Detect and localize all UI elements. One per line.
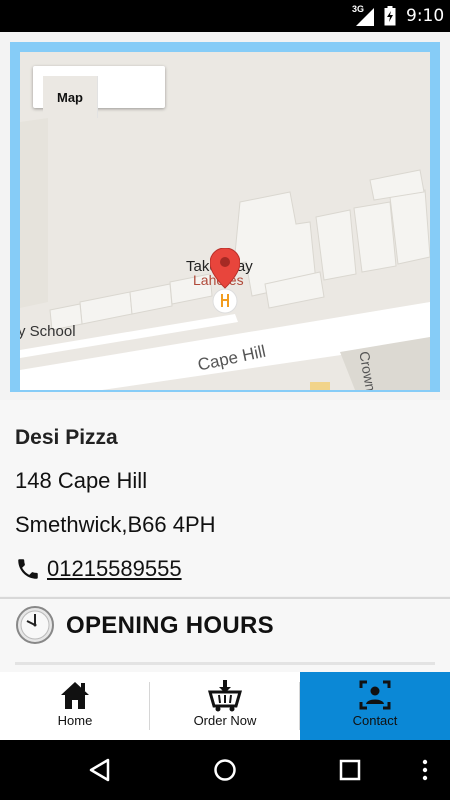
home-nav-icon[interactable] (213, 758, 237, 782)
location-pin-icon[interactable] (210, 248, 240, 316)
home-icon (61, 682, 89, 709)
status-bar: 3G 9:10 (0, 0, 450, 32)
hours-divider (15, 662, 435, 665)
phone-link[interactable]: 01215589555 (47, 556, 182, 582)
clock-time: 9:10 (406, 6, 445, 26)
battery-charging-icon (384, 6, 396, 26)
business-name: Desi Pizza (15, 426, 118, 449)
map-label-school: y School (20, 323, 76, 340)
business-details: Desi Pizza 148 Cape Hill Smethwick,B66 4… (0, 400, 450, 596)
tab-home[interactable]: Home (0, 672, 150, 740)
basket-icon (208, 680, 242, 712)
bottom-tab-bar: Home Order Now Contact (0, 672, 450, 740)
phone-row[interactable]: 01215589555 (15, 554, 182, 584)
tab-order-now-label: Order Now (193, 713, 257, 728)
system-navigation-bar (0, 740, 450, 800)
tab-contact[interactable]: Contact (300, 672, 450, 740)
recents-icon[interactable] (338, 758, 362, 782)
opening-hours-section: OPENING HOURS (0, 599, 450, 672)
signal-icon (356, 8, 374, 26)
map-type-map-button[interactable]: Map (43, 76, 98, 118)
map-view[interactable]: Map Satellite Takeaway Lahores y School … (20, 52, 430, 390)
contact-icon (359, 680, 391, 710)
address-line-1: 148 Cape Hill (15, 468, 148, 493)
phone-icon (18, 559, 38, 579)
overflow-menu-icon[interactable] (420, 758, 430, 782)
tab-home-label: Home (57, 713, 93, 728)
back-icon[interactable] (88, 758, 112, 782)
map-section: Map Satellite Takeaway Lahores y School … (0, 32, 450, 400)
map-type-toggle: Map Satellite (33, 66, 165, 118)
map-border: Map Satellite Takeaway Lahores y School … (10, 42, 440, 392)
tab-order-now[interactable]: Order Now (150, 672, 300, 740)
clock-icon (16, 606, 54, 644)
opening-hours-title: OPENING HOURS (66, 612, 274, 639)
tab-contact-label: Contact (352, 713, 398, 728)
address-line-2: Smethwick,B66 4PH (15, 512, 216, 537)
